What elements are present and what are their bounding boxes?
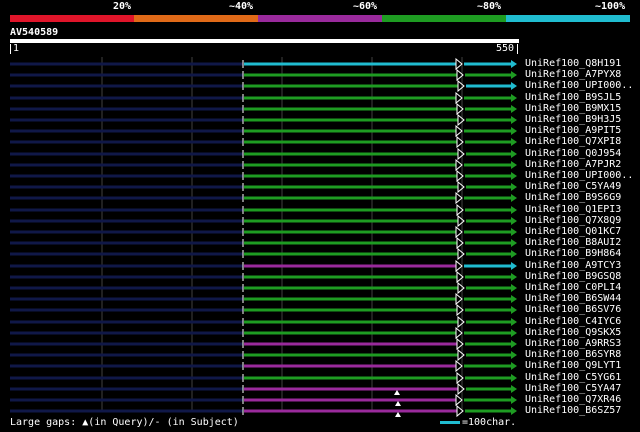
hit-label[interactable]: UniRef100_B6SZ57 (525, 405, 621, 416)
hit-label[interactable]: UniRef100_B8AUI2 (525, 237, 621, 248)
hit-end-arrow-20 (511, 284, 517, 292)
hit-end-arrow-7 (511, 138, 517, 146)
hit-end-arrow-3 (511, 94, 517, 102)
hit-label[interactable]: UniRef100_B9SJL5 (525, 92, 621, 103)
hit-label[interactable]: UniRef100_B6SYR8 (525, 349, 621, 360)
hit-label[interactable]: UniRef100_B9H864 (525, 248, 621, 259)
hit-label[interactable]: UniRef100_B9MX15 (525, 103, 621, 114)
hit-end-arrow-29 (511, 385, 517, 393)
hit-label[interactable]: UniRef100_Q0J954 (525, 148, 621, 159)
hit-label[interactable]: UniRef100_A9PIT5 (525, 125, 621, 136)
hit-mid-arrow-6 (455, 124, 463, 138)
hit-end-arrow-25 (511, 340, 517, 348)
legend-scale-line (440, 420, 460, 424)
hit-label[interactable]: UniRef100_A7PYX8 (525, 69, 621, 80)
hit-label[interactable]: UniRef100_A9RRS3 (525, 338, 621, 349)
query-gap-marker-0 (394, 390, 400, 395)
hit-label[interactable]: UniRef100_B6SV76 (525, 304, 621, 315)
hit-label[interactable]: UniRef100_Q1EPI3 (525, 204, 621, 215)
hit-end-arrow-26 (511, 351, 517, 359)
hit-end-arrow-27 (511, 362, 517, 370)
hit-mid-arrow-3 (455, 91, 463, 105)
hit-mid-arrow-9 (455, 158, 463, 172)
hit-mid-arrow-27 (455, 359, 463, 373)
hit-mid-arrow-18 (455, 259, 463, 273)
hit-end-arrow-6 (511, 127, 517, 135)
hit-label[interactable]: UniRef100_Q7XR46 (525, 394, 621, 405)
hit-end-arrow-12 (511, 194, 517, 202)
hit-end-arrow-4 (511, 105, 517, 113)
hit-label[interactable]: UniRef100_B9H3J5 (525, 114, 621, 125)
hit-end-arrow-21 (511, 295, 517, 303)
legend-in-query-label: (in Query)/ (88, 417, 155, 428)
hit-label[interactable]: UniRef100_Q8H191 (525, 58, 621, 69)
hit-label[interactable]: UniRef100_UPI000.. (525, 80, 633, 91)
hit-end-arrow-24 (511, 329, 517, 337)
hit-mid-arrow-29 (457, 382, 465, 396)
legend-large-gaps: Large gaps: ▲(in Query)/- (in Subject) (10, 417, 239, 428)
hit-end-arrow-18 (511, 262, 517, 270)
hit-label[interactable]: UniRef100_C4IYC6 (525, 316, 621, 327)
hit-end-arrow-0 (511, 60, 517, 68)
hit-label[interactable]: UniRef100_B9S6G9 (525, 192, 621, 203)
hit-label[interactable]: UniRef100_Q7X8Q9 (525, 215, 621, 226)
hit-mid-arrow-2 (457, 79, 465, 93)
legend-scale: =100char. (440, 417, 516, 428)
hit-end-arrow-22 (511, 306, 517, 314)
hit-mid-arrow-26 (457, 348, 465, 362)
hit-end-arrow-5 (511, 116, 517, 124)
hit-label[interactable]: UniRef100_C5YG61 (525, 372, 621, 383)
hit-end-arrow-14 (511, 217, 517, 225)
hit-end-arrow-23 (511, 318, 517, 326)
hit-end-arrow-16 (511, 239, 517, 247)
hit-label[interactable]: UniRef100_A9TCY3 (525, 260, 621, 271)
hit-mid-arrow-15 (455, 225, 463, 239)
query-gap-marker-1 (395, 401, 401, 406)
legend-scale-label: =100char. (462, 417, 517, 428)
hit-label[interactable]: UniRef100_Q01KC7 (525, 226, 621, 237)
hit-end-arrow-13 (511, 206, 517, 214)
hit-end-arrow-10 (511, 172, 517, 180)
hit-label[interactable]: UniRef100_A7PJR2 (525, 159, 621, 170)
hit-end-arrow-31 (511, 407, 517, 415)
hit-end-arrow-2 (511, 82, 517, 90)
hit-end-arrow-19 (511, 273, 517, 281)
query-gap-marker-2 (395, 412, 401, 417)
hit-end-arrow-17 (511, 250, 517, 258)
hit-mid-arrow-8 (457, 147, 465, 161)
hit-mid-arrow-23 (457, 315, 465, 329)
hit-mid-arrow-20 (457, 281, 465, 295)
hit-label[interactable]: UniRef100_B6SW44 (525, 293, 621, 304)
hit-label[interactable]: UniRef100_Q9LYT1 (525, 360, 621, 371)
hit-label[interactable]: UniRef100_C5YA47 (525, 383, 621, 394)
hit-mid-arrow-24 (455, 326, 463, 340)
hit-mid-arrow-17 (457, 247, 465, 261)
hit-mid-arrow-11 (457, 180, 465, 194)
hit-mid-arrow-12 (455, 191, 463, 205)
hit-label[interactable]: UniRef100_UPI000.. (525, 170, 633, 181)
hit-label[interactable]: UniRef100_Q9SKX5 (525, 327, 621, 338)
hit-end-arrow-8 (511, 150, 517, 158)
legend-in-subject-label: - (in Subject) (154, 417, 239, 428)
hit-end-arrow-28 (511, 374, 517, 382)
hit-mid-arrow-5 (457, 113, 465, 127)
hit-end-arrow-11 (511, 183, 517, 191)
hit-mid-arrow-21 (455, 292, 463, 306)
hit-mid-arrow-0 (455, 57, 463, 71)
hit-mid-arrow-30 (455, 393, 463, 407)
hit-end-arrow-1 (511, 71, 517, 79)
hit-label[interactable]: UniRef100_Q7XPI8 (525, 136, 621, 147)
hit-label[interactable]: UniRef100_B9GSQ8 (525, 271, 621, 282)
hit-end-arrow-30 (511, 396, 517, 404)
hit-label[interactable]: UniRef100_C5YA49 (525, 181, 621, 192)
hit-end-arrow-15 (511, 228, 517, 236)
hit-label[interactable]: UniRef100_C0PLI4 (525, 282, 621, 293)
hit-end-arrow-9 (511, 161, 517, 169)
legend-large-gaps-label: Large gaps: (10, 417, 77, 428)
hit-mid-arrow-14 (457, 214, 465, 228)
